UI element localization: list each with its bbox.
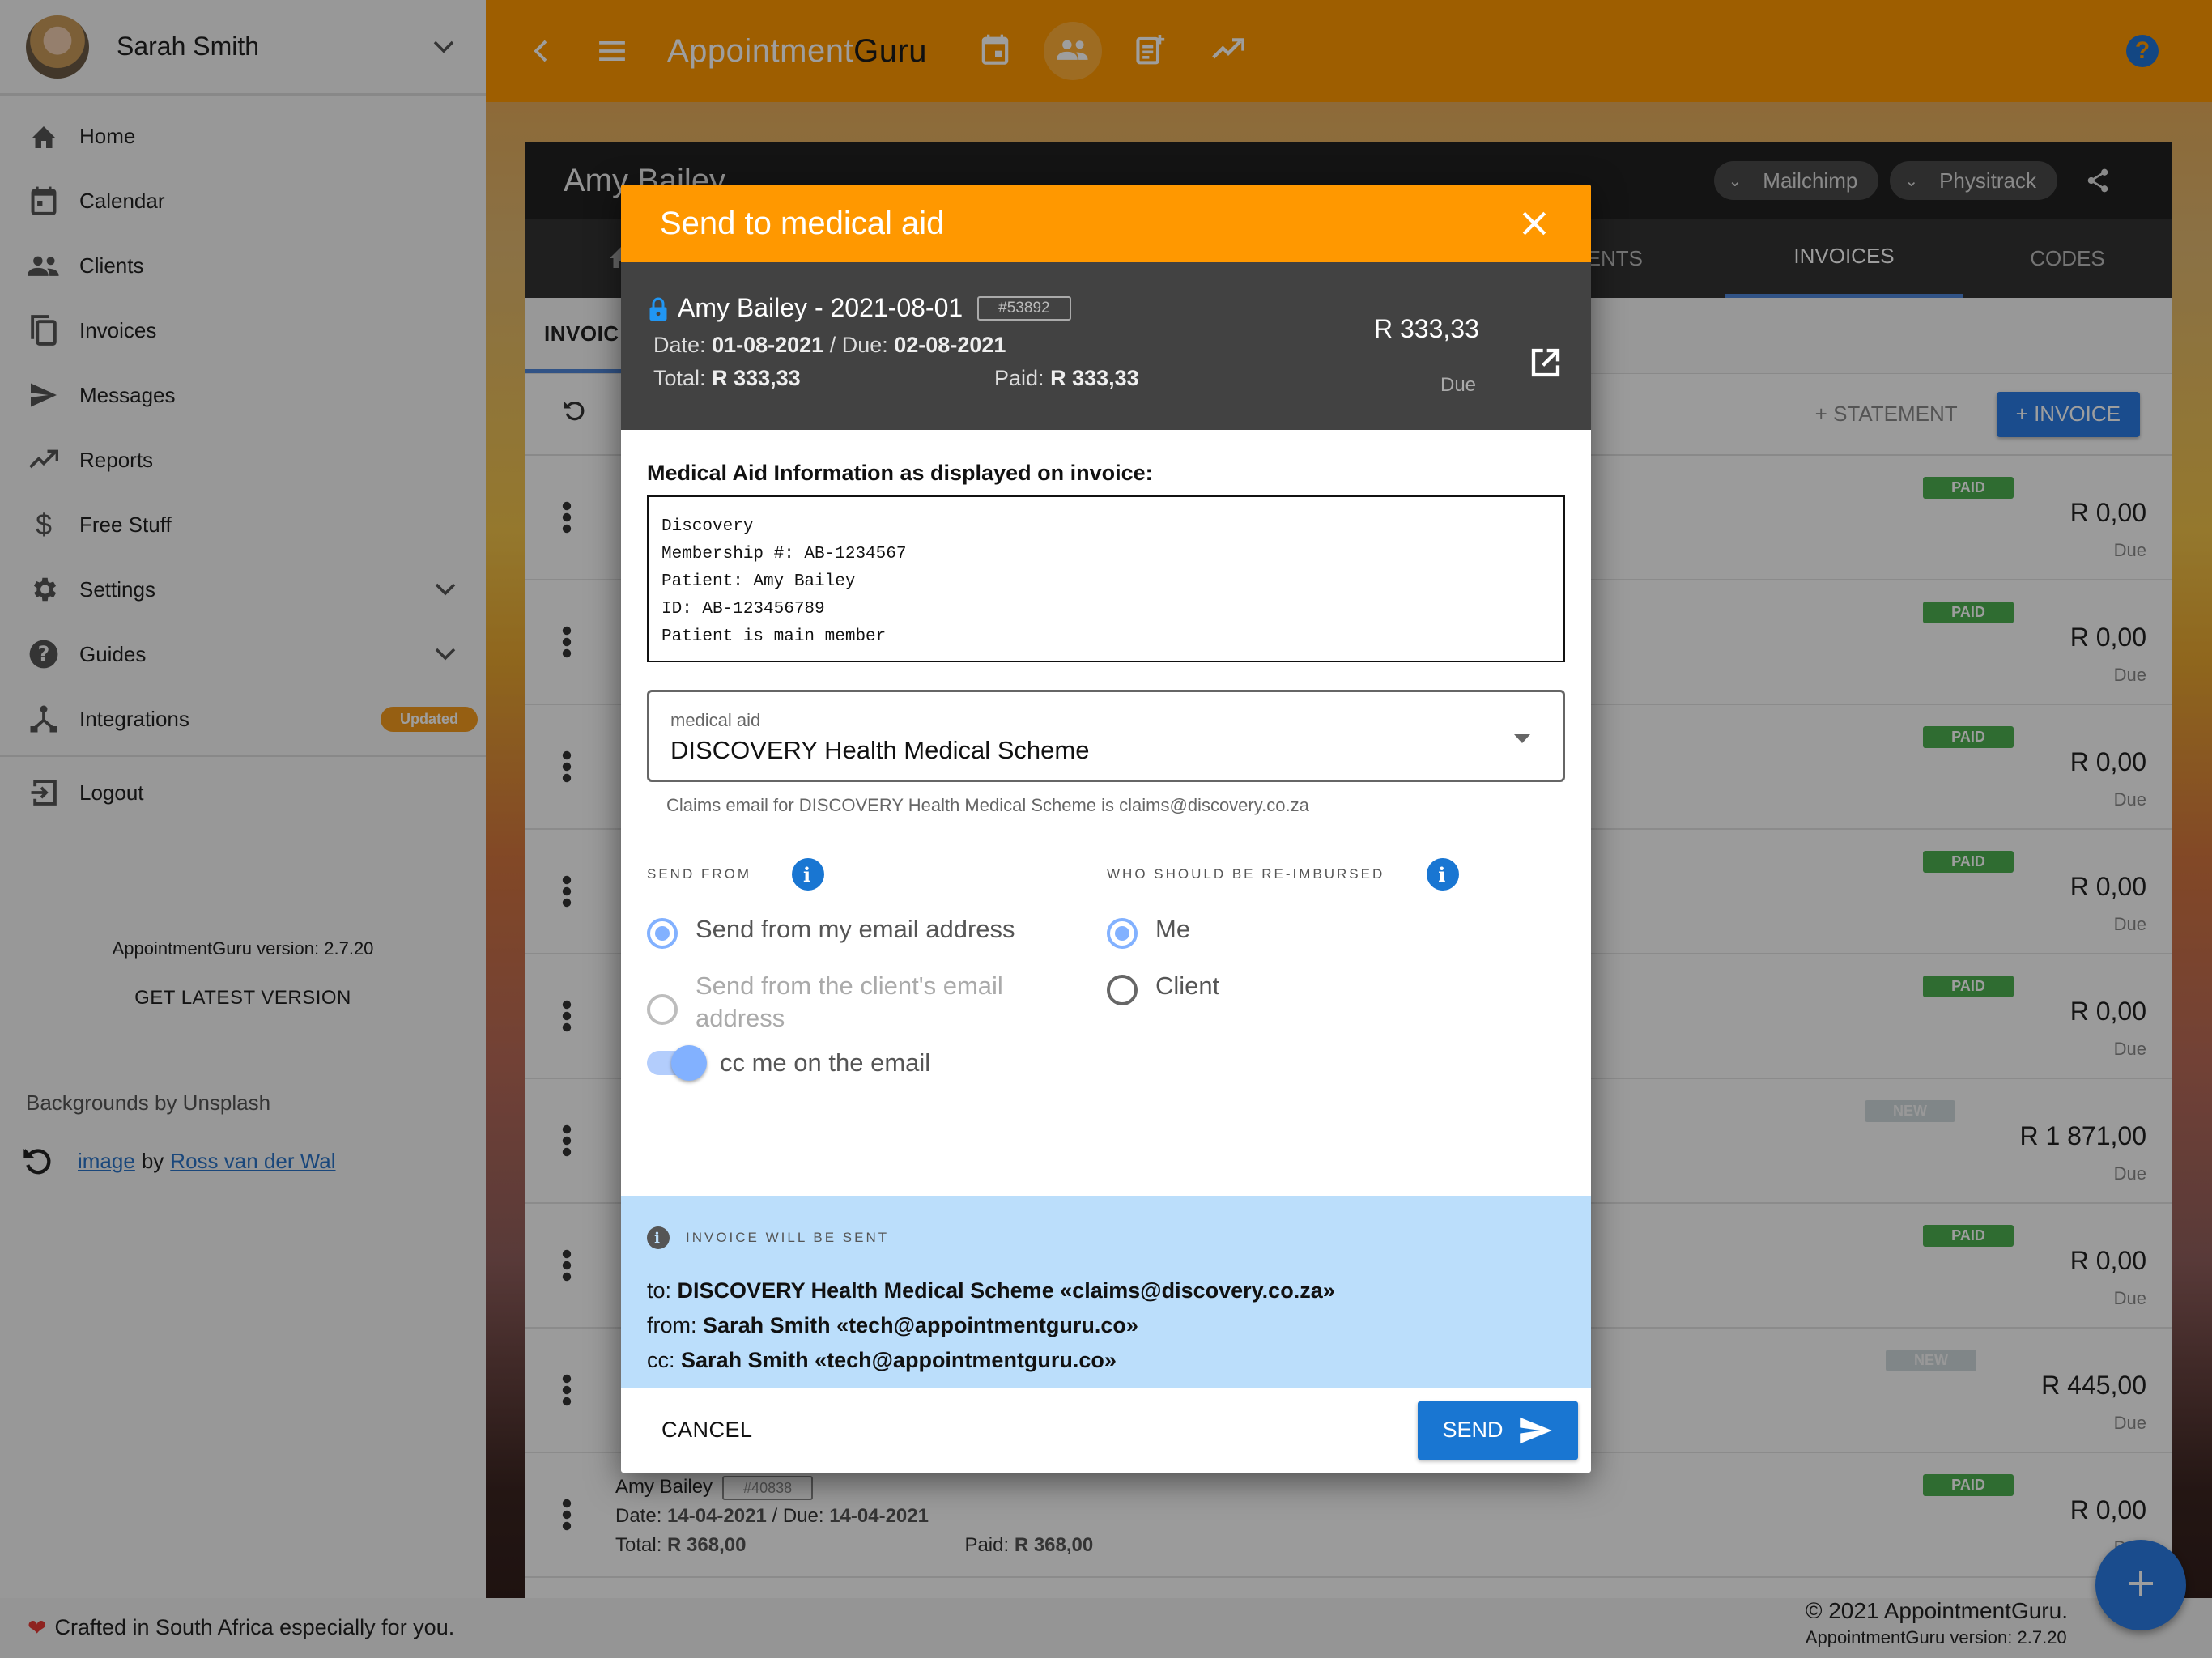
invoice-summary: Amy Bailey - 2021-08-01 #53892 Date: 01-… [621, 262, 1591, 430]
claims-email-hint: Claims email for DISCOVERY Health Medica… [666, 795, 1309, 815]
from-label: from: [647, 1313, 697, 1337]
radio-label: Send from the client's email address [696, 971, 1003, 1032]
paid-label: Paid: [994, 366, 1044, 390]
toggle-switch[interactable] [647, 1045, 707, 1081]
radio-button[interactable] [1107, 918, 1138, 949]
radio-send-from-client[interactable]: Send from the client's email address [647, 970, 1100, 1035]
radio-reimburse-client[interactable]: Client [1107, 970, 1560, 1005]
invoice-number: #53892 [977, 295, 1071, 321]
invoice-date: 01-08-2021 [712, 333, 824, 357]
invoice-dates: Date: 01-08-2021 / Due: 02-08-2021 [653, 333, 1006, 358]
send-label: SEND [1442, 1418, 1504, 1442]
paid-value: R 333,33 [1050, 366, 1139, 390]
cc-me-toggle[interactable]: cc me on the email [647, 1045, 931, 1081]
total-value: R 333,33 [712, 366, 801, 390]
toggle-label: cc me on the email [720, 1048, 931, 1077]
info-icon[interactable]: i [1427, 858, 1460, 891]
from-value: Sarah Smith «tech@appointmentguru.co» [703, 1313, 1138, 1337]
radio-send-from-me[interactable]: Send from my email address [647, 913, 1100, 949]
select-value: DISCOVERY Health Medical Scheme [670, 736, 1090, 764]
due-label: / Due: [829, 333, 888, 357]
radio-label: Send from my email address [696, 915, 1015, 943]
lock-icon [649, 296, 668, 321]
invoice-title-line: Amy Bailey - 2021-08-01 #53892 [649, 293, 1071, 323]
radio-button[interactable] [647, 994, 678, 1025]
dialog-body: Medical Aid Information as displayed on … [621, 430, 1591, 1196]
invoice-amount: R 333,33 [1374, 314, 1479, 343]
invoice-paid: Paid: R 333,33 [994, 366, 1139, 391]
summary-cc: cc: Sarah Smith «tech@appointmentguru.co… [647, 1348, 1565, 1373]
select-label: medical aid [670, 710, 761, 730]
send-summary: i INVOICE WILL BE SENT to: DISCOVERY Heal… [621, 1196, 1591, 1388]
send-to-medical-aid-dialog: Send to medical aid Amy Bailey - 2021-08… [621, 185, 1591, 1473]
info-icon: i [647, 1226, 670, 1249]
cc-label: cc: [647, 1348, 675, 1372]
radio-label: Client [1155, 971, 1220, 1000]
medical-aid-info-label: Medical Aid Information as displayed on … [647, 461, 1153, 485]
summary-title: INVOICE WILL BE SENT [686, 1230, 890, 1245]
dialog-title: Send to medical aid [660, 205, 945, 241]
amount-due-label: Due [1440, 374, 1477, 396]
invoice-title: Amy Bailey - 2021-08-01 [678, 293, 963, 322]
dialog-actions: CANCEL SEND [621, 1388, 1591, 1473]
medical-aid-select[interactable]: medical aid DISCOVERY Health Medical Sch… [647, 690, 1565, 782]
to-label: to: [647, 1278, 672, 1303]
radio-button[interactable] [647, 918, 678, 949]
radio-label: Me [1155, 915, 1191, 943]
open-in-new-icon[interactable] [1529, 346, 1562, 379]
close-icon[interactable] [1516, 206, 1552, 241]
send-icon [1519, 1417, 1552, 1443]
invoice-due-date: 02-08-2021 [894, 333, 1006, 357]
invoice-total: Total: R 333,33 [653, 366, 801, 391]
radio-reimburse-me[interactable]: Me [1107, 913, 1560, 949]
send-options: SEND FROM i Send from my email address Se… [647, 857, 1565, 1132]
date-label: Date: [653, 333, 706, 357]
info-icon[interactable]: i [792, 858, 824, 891]
dropdown-arrow-icon [1514, 734, 1530, 743]
send-button[interactable]: SEND [1418, 1401, 1578, 1460]
dialog-header: Send to medical aid [621, 185, 1591, 262]
reimburse-title: WHO SHOULD BE RE-IMBURSED [1107, 866, 1385, 882]
summary-to: to: DISCOVERY Health Medical Scheme «cla… [647, 1278, 1565, 1303]
cc-value: Sarah Smith «tech@appointmentguru.co» [681, 1348, 1117, 1372]
radio-button[interactable] [1107, 975, 1138, 1005]
medical-aid-info: Discovery Membership #: AB-1234567 Patie… [647, 495, 1565, 662]
send-from-group: SEND FROM i Send from my email address Se… [647, 857, 1100, 1035]
reimburse-group: WHO SHOULD BE RE-IMBURSED i Me Client [1107, 857, 1560, 1005]
cancel-button[interactable]: CANCEL [661, 1418, 753, 1443]
summary-from: from: Sarah Smith «tech@appointmentguru.… [647, 1313, 1565, 1338]
send-from-title: SEND FROM [647, 866, 751, 882]
to-value: DISCOVERY Health Medical Scheme «claims@… [677, 1278, 1335, 1303]
total-label: Total: [653, 366, 706, 390]
